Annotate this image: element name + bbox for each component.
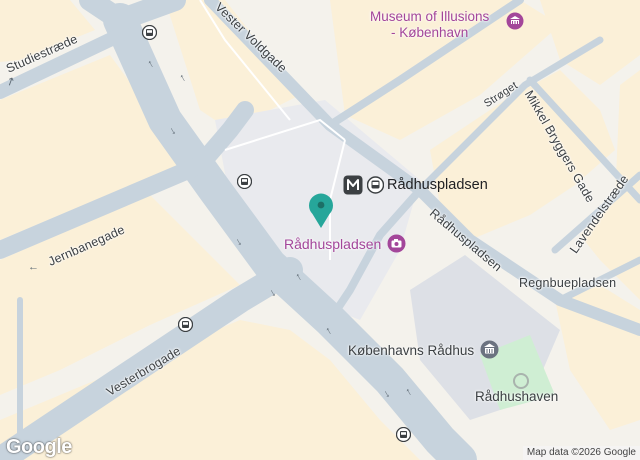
museum-icon[interactable] (506, 12, 524, 30)
location-pin-icon[interactable] (308, 193, 334, 229)
metro-icon[interactable] (343, 175, 363, 195)
poi-city-hall-label[interactable]: Københavns Rådhus (348, 343, 474, 358)
map-canvas[interactable]: Studiestræde Vester Voldgade Jernbanegad… (0, 0, 640, 460)
bus-stop-icon[interactable] (178, 317, 193, 332)
direction-arrow-icon: ← (28, 261, 39, 273)
camera-icon[interactable] (387, 234, 406, 253)
google-logo[interactable]: Google (6, 436, 72, 459)
bus-stop-icon[interactable] (396, 427, 411, 442)
road-label-regnbuepladsen: Regnbuepladsen (519, 276, 617, 290)
map-attribution[interactable]: Map data ©2026 Google (522, 446, 640, 460)
park-icon (513, 373, 529, 389)
bus-stop-icon[interactable] (142, 25, 157, 40)
poi-museum-of-illusions[interactable]: Museum of Illusions - København (370, 9, 489, 41)
bus-stop-icon[interactable] (237, 174, 252, 189)
poi-square-label[interactable]: Rådhuspladsen (284, 236, 381, 252)
poi-museum-city: - København (391, 25, 469, 40)
metro-station-label[interactable]: Rådhuspladsen (387, 177, 488, 193)
bus-stop-icon (367, 176, 384, 194)
poi-museum-name: Museum of Illusions (370, 9, 490, 24)
city-hall-icon[interactable] (480, 340, 499, 359)
poi-park-label[interactable]: Rådhushaven (475, 389, 558, 404)
